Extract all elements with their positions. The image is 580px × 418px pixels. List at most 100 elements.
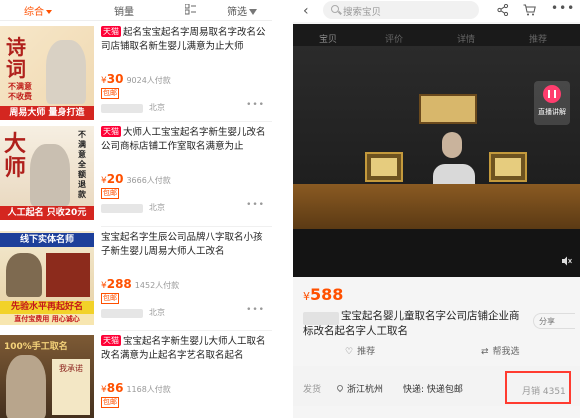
filter-button[interactable]: 筛选 [227, 3, 257, 18]
price-symbol: ¥ [303, 290, 310, 303]
help-choose-button[interactable]: ⇄ 帮我选 [481, 344, 520, 357]
free-shipping-tag: 包邮 [101, 293, 119, 304]
person-head [442, 132, 462, 158]
video-tabs: 宝贝 评价 详情 推荐 [293, 32, 580, 46]
compare-icon: ⇄ [481, 347, 489, 357]
product-thumbnail[interactable]: 诗词 不满意不收费 周易大师 量身打造 [0, 26, 94, 120]
shipping-row[interactable]: 发货 浙江杭州 快递: 快递包邮 月销 4351 [293, 366, 580, 406]
more-icon[interactable]: ••• [246, 100, 265, 110]
location-pin-icon [335, 383, 345, 393]
search-icon [331, 5, 339, 13]
search-input[interactable]: 搜索宝贝 [323, 1, 479, 19]
tmall-badge: 天猫 [101, 335, 121, 346]
filter-label: 筛选 [227, 7, 247, 18]
mute-icon[interactable] [562, 256, 572, 266]
item-price: 86 [106, 381, 124, 395]
person-image [6, 355, 46, 418]
item-title[interactable]: 天猫 宝宝起名字新生婴儿大师人工取名改名满意为止起名字艺名取名起名 [101, 335, 269, 363]
live-icon [543, 85, 561, 103]
cart-icon[interactable] [523, 4, 536, 16]
thumb-big-text: 诗词 [6, 35, 26, 81]
live-label: 直播讲解 [538, 108, 566, 116]
monthly-sales: 月销 4351 [522, 387, 566, 397]
thumb-side-text: 不满意全额退款 [78, 130, 86, 199]
shipping-label: 发货 [303, 385, 322, 395]
person-image [6, 253, 42, 297]
sort-comprehensive-label: 综合 [24, 7, 44, 18]
more-icon[interactable]: ••• [246, 305, 265, 315]
share-label: 分享 [539, 317, 555, 326]
result-item[interactable]: 诗词 不满意不收费 周易大师 量身打造 天猫 起名宝宝起名字周易取名字改名公司店铺… [0, 22, 272, 121]
grid-view-icon[interactable] [185, 4, 196, 15]
thumb-top-banner: 线下实体名师 [0, 233, 94, 247]
product-thumbnail[interactable]: 大师 不满意全额退款 人工起名 只收20元 [0, 126, 94, 220]
action-row: ♡ 推荐 ⇄ 帮我选 [293, 344, 580, 360]
item-title-text: 宝宝起名字新生婴儿大师人工取名改名满意为止起名字艺名取名起名 [101, 336, 266, 361]
shipping-express: 快递: 快递包邮 [403, 385, 463, 395]
thumb-side-text: 不满意不收费 [8, 82, 32, 101]
more-icon[interactable]: ••• [246, 200, 265, 210]
tmall-badge: 天猫 [101, 126, 121, 137]
back-icon[interactable]: ‹ [303, 3, 309, 19]
share-button[interactable]: 分享 [533, 313, 575, 329]
result-item[interactable]: 线下实体名师 先验水平再起好名 直付宝费用 用心诚心 宝宝起名字生辰公司品牌八字… [0, 227, 272, 326]
tab-reviews[interactable]: 评价 [385, 32, 403, 45]
sort-bar: 综合 销量 筛选 [0, 0, 272, 21]
thumb-top-banner: 100%手工取名 [4, 342, 68, 352]
heart-icon: ♡ [345, 347, 354, 357]
item-title-text: 起名宝宝起名字周易取名字改名公司店铺取名新生婴儿满意为止大师 [101, 27, 266, 52]
product-video[interactable]: 宝贝 评价 详情 推荐 直播讲解 [293, 24, 580, 277]
person-image [30, 144, 70, 206]
product-title[interactable]: 宝宝起名婴儿童取名字公司店铺企业商标改名起名字人工取名 [303, 309, 529, 339]
recommend-button[interactable]: ♡ 推荐 [345, 344, 375, 357]
sold-count: 1168人付款 [126, 385, 171, 394]
tmall-badge: 天猫 [101, 26, 121, 37]
thumb-side-text: 我承诺 [52, 359, 90, 415]
item-title[interactable]: 天猫 大师人工宝宝起名字新生婴儿改名公司商标店铺工作室取名满意为止 [101, 126, 269, 154]
thumb-banner: 周易大师 量身打造 [0, 106, 94, 120]
result-item[interactable]: 100%手工取名 我承诺 天猫 宝宝起名字新生婴儿大师人工取名改名满意为止起名字艺… [0, 331, 272, 418]
item-title[interactable]: 天猫 起名宝宝起名字周易取名字改名公司店铺取名新生婴儿满意为止大师 [101, 26, 269, 54]
person-image [46, 40, 86, 104]
thumb-banner: 先验水平再起好名 [0, 301, 94, 314]
video-floor [293, 229, 580, 277]
result-item[interactable]: 大师 不满意全额退款 人工起名 只收20元 天猫 大师人工宝宝起名字新生婴儿改名公… [0, 122, 272, 221]
tab-product[interactable]: 宝贝 [319, 32, 337, 45]
filter-icon [249, 9, 257, 15]
tab-recommend[interactable]: 推荐 [529, 32, 547, 45]
sold-count: 1452人付款 [134, 281, 180, 290]
thumb-banner: 人工起名 只收20元 [0, 206, 94, 220]
detail-top-bar: ‹ 搜索宝贝 ••• [293, 0, 580, 22]
shipping-location: 浙江杭州 [335, 382, 383, 395]
live-explain-badge[interactable]: 直播讲解 [534, 81, 570, 125]
plaque-right [489, 152, 527, 182]
plaque-left [365, 152, 403, 182]
more-icon[interactable]: ••• [551, 1, 575, 15]
recommend-label: 推荐 [357, 347, 376, 357]
item-title-text: 大师人工宝宝起名字新生婴儿改名公司商标店铺工作室取名满意为止 [101, 127, 266, 152]
product-thumbnail[interactable]: 100%手工取名 我承诺 [0, 335, 94, 418]
search-placeholder: 搜索宝贝 [343, 7, 382, 18]
sort-comprehensive[interactable]: 综合 [24, 3, 52, 18]
free-shipping-tag: 包邮 [101, 397, 119, 408]
free-shipping-tag: 包邮 [101, 188, 119, 199]
shop-name-blurred [101, 204, 143, 213]
share-icon[interactable] [497, 4, 509, 16]
product-thumbnail[interactable]: 线下实体名师 先验水平再起好名 直付宝费用 用心诚心 [0, 231, 94, 325]
item-title[interactable]: 宝宝起名字生辰公司品牌八字取名小孩子新生婴儿周易大师人工改名 [101, 231, 269, 259]
thumb-big-text: 大师 [4, 131, 27, 181]
monthly-sales-highlight: 月销 4351 [505, 371, 571, 404]
item-price: 20 [106, 172, 124, 186]
sort-sales[interactable]: 销量 [114, 3, 134, 18]
item-location: 北京 [149, 203, 165, 212]
item-price: 30 [106, 72, 124, 86]
item-title-text: 宝宝起名字生辰公司品牌八字取名小孩子新生婴儿周易大师人工改名 [101, 232, 263, 257]
shop-name-blurred [101, 309, 143, 318]
tab-details[interactable]: 详情 [457, 32, 475, 45]
caret-down-icon [46, 10, 52, 14]
item-location: 北京 [149, 308, 165, 317]
free-shipping-tag: 包邮 [101, 88, 119, 99]
tea-table [293, 184, 580, 229]
thumb-sub-banner: 直付宝费用 用心诚心 [0, 314, 94, 325]
item-price: 288 [106, 277, 132, 291]
